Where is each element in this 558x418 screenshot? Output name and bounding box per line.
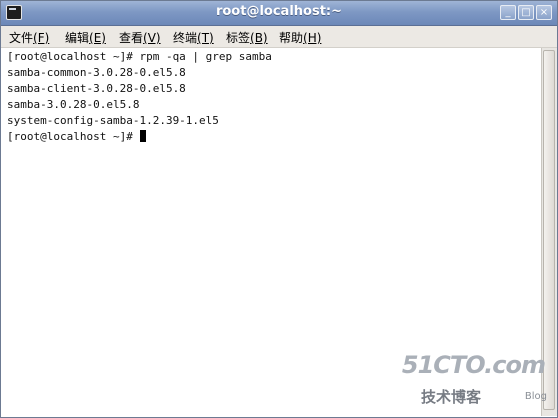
close-button[interactable]: ×: [536, 5, 552, 20]
terminal-line: [root@localhost ~]# rpm -qa | grep samba: [7, 50, 272, 63]
menu-view-label: 查看: [119, 31, 144, 45]
watermark-blog: Blog: [524, 391, 547, 402]
maximize-button[interactable]: □: [518, 5, 534, 20]
menu-file-mnemonic: (F): [33, 31, 50, 45]
menu-file-label: 文件: [9, 31, 34, 45]
menu-bar: 文件(F) 编辑(E) 查看(V) 终端(T) 标签(B) 帮助(H): [1, 26, 557, 48]
menu-terminal-mnemonic: (T): [197, 31, 214, 45]
terminal-line: system-config-samba-1.2.39-1.el5: [7, 114, 219, 127]
menu-help[interactable]: 帮助(H): [279, 29, 321, 46]
terminal-prompt-line: [root@localhost ~]#: [7, 130, 147, 143]
menu-file[interactable]: 文件(F): [9, 29, 49, 46]
text-cursor: [140, 130, 147, 142]
menu-edit-label: 编辑: [65, 31, 90, 45]
menu-tabs-label: 标签: [226, 31, 251, 45]
terminal-window: root@localhost:~ _ □ × 文件(F) 编辑(E) 查看(V)…: [0, 0, 558, 418]
terminal-line: samba-3.0.28-0.el5.8: [7, 98, 140, 111]
watermark: 51CTO.com 技术博客 Blog: [402, 351, 549, 411]
terminal-line: samba-client-3.0.28-0.el5.8: [7, 82, 186, 95]
watermark-subtitle: 技术博客: [421, 388, 482, 406]
title-bar[interactable]: root@localhost:~ _ □ ×: [1, 1, 557, 26]
menu-view[interactable]: 查看(V): [119, 29, 161, 46]
menu-terminal[interactable]: 终端(T): [173, 29, 214, 46]
window-title: root@localhost:~: [215, 4, 343, 19]
menu-edit[interactable]: 编辑(E): [65, 29, 106, 46]
menu-edit-mnemonic: (E): [89, 31, 106, 45]
terminal-line: samba-common-3.0.28-0.el5.8: [7, 66, 186, 79]
watermark-logo: 51CTO.com: [401, 351, 546, 379]
menu-view-mnemonic: (V): [143, 31, 161, 45]
menu-help-label: 帮助: [279, 31, 304, 45]
menu-tabs-mnemonic: (B): [250, 31, 268, 45]
minimize-button[interactable]: _: [500, 5, 516, 20]
terminal-prompt: [root@localhost ~]#: [7, 130, 140, 143]
menu-tabs[interactable]: 标签(B): [226, 29, 268, 46]
menu-terminal-label: 终端: [173, 31, 198, 45]
menu-help-mnemonic: (H): [303, 31, 322, 45]
